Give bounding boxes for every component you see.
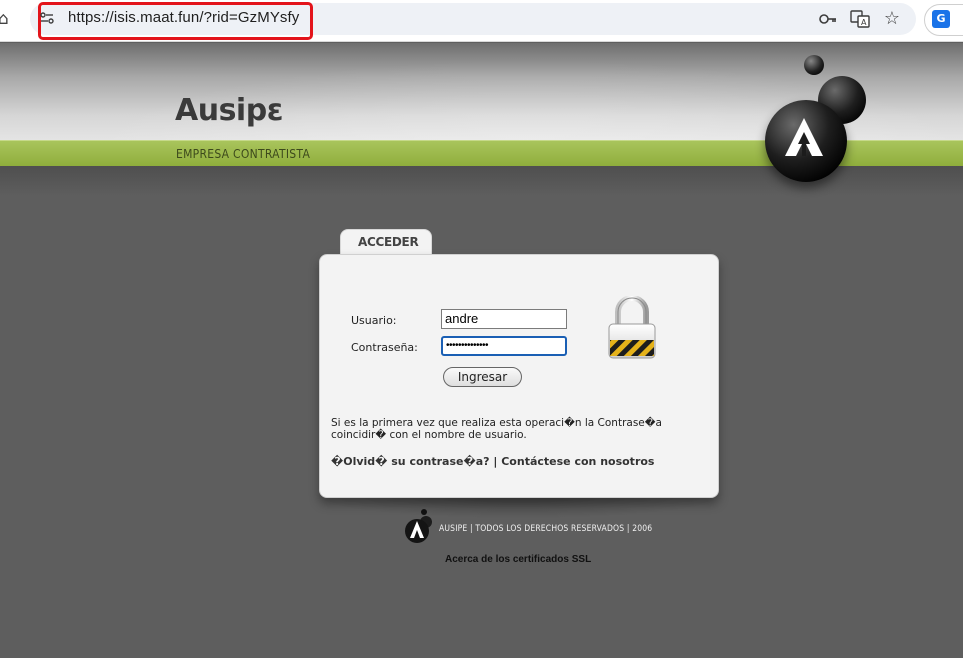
extension-icon[interactable]: G	[932, 10, 950, 28]
tab-acceder-label: ACCEDER	[358, 235, 419, 249]
link-separator: |	[489, 455, 502, 468]
translate-icon[interactable]: A	[850, 9, 870, 29]
logo-text[interactable]: Ausipε	[175, 93, 283, 128]
padlock-icon	[608, 296, 656, 359]
panel-shadow	[312, 495, 726, 519]
tagline: EMPRESA CONTRATISTA	[176, 147, 311, 161]
browser-toolbar: ⌂ https://isis.maat.fun/?rid=GzMYsfy A ☆…	[0, 0, 963, 42]
ausipe-logo-icon	[785, 118, 823, 156]
footer-copyright: AUSIPE | TODOS LOS DERECHOS RESERVADOS |…	[439, 524, 653, 534]
username-label: Usuario:	[351, 314, 397, 327]
password-key-icon[interactable]	[818, 9, 838, 29]
submit-button[interactable]: Ingresar	[443, 367, 522, 387]
logo-ball-small	[804, 55, 824, 75]
ssl-certificates-link[interactable]: Acerca de los certificados SSL	[445, 554, 591, 565]
info-text: Si es la primera vez que realiza esta op…	[331, 417, 662, 441]
home-icon[interactable]: ⌂	[0, 9, 14, 29]
password-field[interactable]: ••••••••••••••	[441, 336, 567, 356]
password-label: Contraseña:	[351, 341, 418, 354]
site-settings-icon[interactable]	[40, 11, 54, 25]
username-field[interactable]: andre	[441, 309, 567, 329]
forgot-password-link[interactable]: �Olvid� su contrase�a?	[331, 455, 490, 468]
bookmark-star-icon[interactable]: ☆	[882, 9, 902, 29]
svg-text:A: A	[861, 18, 867, 27]
help-links: �Olvid� su contrase�a? | Contáctese con …	[331, 455, 654, 468]
url-text[interactable]: https://isis.maat.fun/?rid=GzMYsfy	[68, 9, 299, 26]
footer-logo-icon	[405, 509, 432, 543]
contact-link[interactable]: Contáctese con nosotros	[501, 455, 654, 468]
